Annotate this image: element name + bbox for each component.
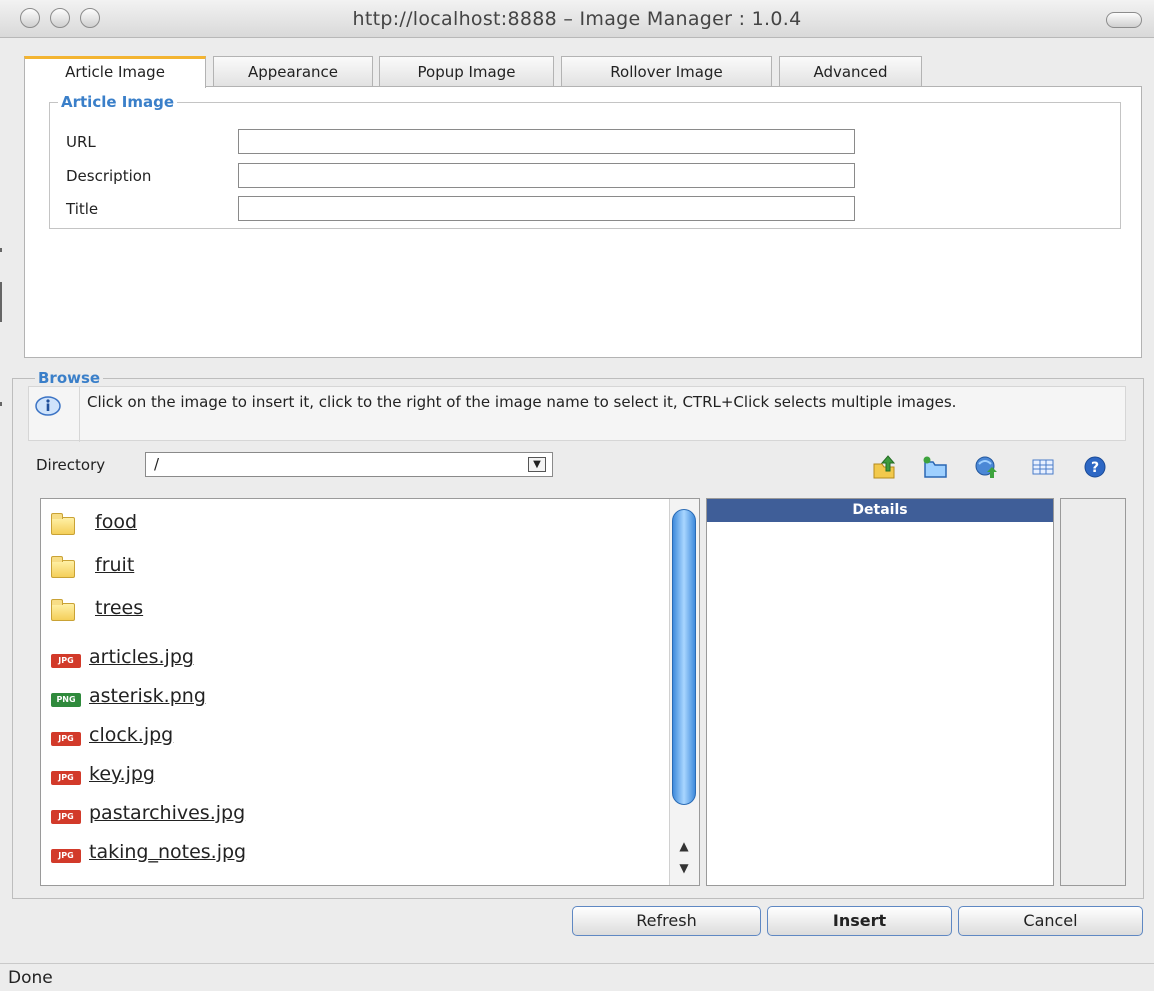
browse-legend: Browse xyxy=(38,369,101,387)
dialog-body: Article Image Appearance Popup Image Rol… xyxy=(0,38,1154,963)
tab-appearance[interactable]: Appearance xyxy=(213,56,373,86)
details-panel: Details xyxy=(706,498,1054,886)
scrollbar-thumb[interactable] xyxy=(672,509,696,805)
title-field[interactable] xyxy=(238,196,855,221)
details-header: Details xyxy=(707,499,1053,522)
info-icon xyxy=(35,396,61,416)
refresh-button[interactable]: Refresh xyxy=(572,906,761,936)
edge-mark xyxy=(0,282,2,322)
jpg-file-icon: JPG xyxy=(51,849,81,863)
tab-rollover-image[interactable]: Rollover Image xyxy=(561,56,772,86)
title-label: Title xyxy=(66,200,99,218)
url-field[interactable] xyxy=(238,129,855,154)
details-side-strip xyxy=(1060,498,1126,886)
status-bar: Done xyxy=(0,963,1154,991)
article-image-panel: Article Image URL Description Title xyxy=(24,86,1142,358)
edge-mark xyxy=(0,402,2,406)
folder-link[interactable]: trees xyxy=(95,597,143,619)
url-label: URL xyxy=(66,133,96,151)
file-link[interactable]: key.jpg xyxy=(89,763,155,785)
view-mode-icon[interactable] xyxy=(1028,454,1058,480)
file-link[interactable]: taking_notes.jpg xyxy=(89,841,246,863)
window-title: http://localhost:8888 – Image Manager : … xyxy=(352,8,802,30)
directory-value: / xyxy=(154,455,160,473)
jpg-file-icon: JPG xyxy=(51,810,81,824)
folder-link[interactable]: food xyxy=(95,511,137,533)
directory-select[interactable]: / ▼ xyxy=(145,452,553,477)
tab-advanced[interactable]: Advanced xyxy=(779,56,922,86)
insert-button[interactable]: Insert xyxy=(767,906,952,936)
file-link[interactable]: clock.jpg xyxy=(89,724,173,746)
article-image-group: Article Image URL Description Title xyxy=(49,93,1121,229)
chevron-down-icon[interactable]: ▼ xyxy=(528,457,546,472)
folder-icon xyxy=(51,556,75,578)
file-link[interactable]: pastarchives.jpg xyxy=(89,802,245,824)
up-folder-icon[interactable] xyxy=(870,454,900,480)
file-list-scrollbar[interactable]: ▲ ▼ xyxy=(669,499,699,885)
tab-popup-image[interactable]: Popup Image xyxy=(379,56,554,86)
new-folder-icon[interactable] xyxy=(920,454,950,480)
jpg-file-icon: JPG xyxy=(51,654,81,668)
directory-label: Directory xyxy=(36,456,106,474)
svg-text:?: ? xyxy=(1091,460,1099,476)
jpg-file-icon: JPG xyxy=(51,771,81,785)
info-text: Click on the image to insert it, click t… xyxy=(87,393,957,411)
scroll-up-arrow-icon[interactable]: ▲ xyxy=(670,839,698,859)
file-link[interactable]: asterisk.png xyxy=(89,685,206,707)
file-list: food fruit trees JPG articles.jpg PNG as… xyxy=(40,498,700,886)
scroll-down-arrow-icon[interactable]: ▼ xyxy=(670,861,698,881)
cancel-button[interactable]: Cancel xyxy=(958,906,1143,936)
article-image-legend: Article Image xyxy=(61,93,174,111)
folder-icon xyxy=(51,599,75,621)
help-icon[interactable]: ? xyxy=(1080,454,1110,480)
description-label: Description xyxy=(66,167,152,185)
upload-icon[interactable] xyxy=(973,454,1003,480)
toolbar-toggle-button[interactable] xyxy=(1106,12,1142,28)
png-file-icon: PNG xyxy=(51,693,81,707)
window-titlebar: http://localhost:8888 – Image Manager : … xyxy=(0,0,1154,38)
file-link[interactable]: articles.jpg xyxy=(89,646,194,668)
tab-article-image[interactable]: Article Image xyxy=(24,56,206,88)
folder-link[interactable]: fruit xyxy=(95,554,134,576)
info-box: Click on the image to insert it, click t… xyxy=(28,386,1126,442)
status-text: Done xyxy=(8,968,53,988)
folder-icon xyxy=(51,513,75,535)
jpg-file-icon: JPG xyxy=(51,732,81,746)
info-separator xyxy=(79,387,80,442)
edge-mark xyxy=(0,248,2,252)
description-field[interactable] xyxy=(238,163,855,188)
